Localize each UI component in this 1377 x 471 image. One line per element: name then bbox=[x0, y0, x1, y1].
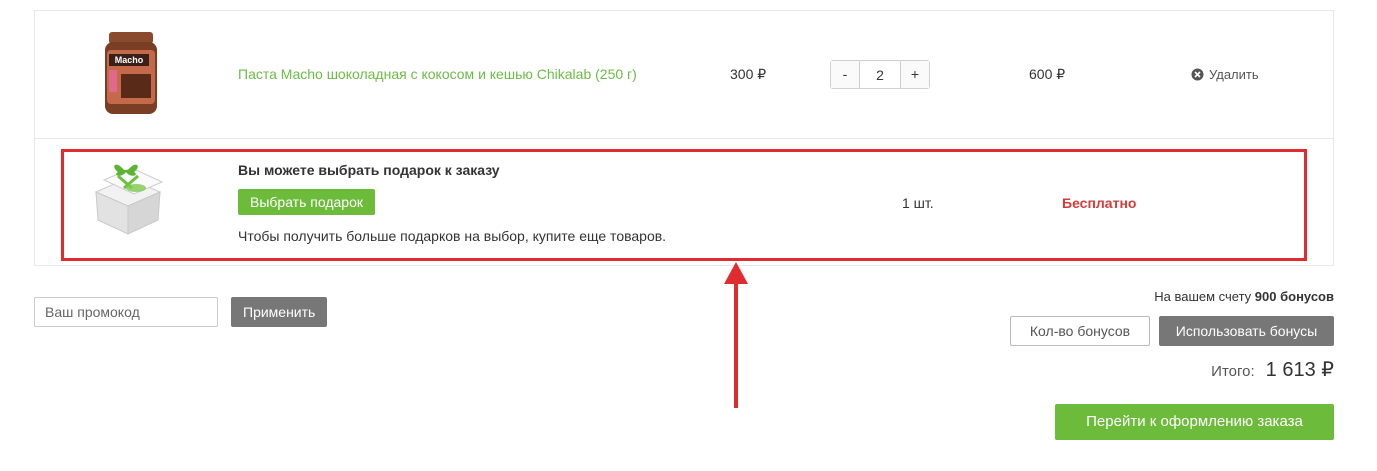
promo-code-input[interactable] bbox=[34, 297, 218, 327]
arrow-up-icon bbox=[724, 262, 748, 408]
use-bonus-button[interactable]: Использовать бонусы bbox=[1159, 316, 1334, 346]
highlight-frame bbox=[61, 149, 1307, 261]
quantity-input[interactable] bbox=[860, 61, 900, 88]
jar-label-text: Macho bbox=[115, 55, 144, 65]
bonus-balance: На вашем счету 900 бонусов bbox=[1154, 289, 1334, 304]
product-image[interactable]: Macho bbox=[95, 30, 167, 116]
bonus-amount-button[interactable]: Кол-во бонусов bbox=[1010, 316, 1150, 346]
total-label: Итого: bbox=[1211, 363, 1255, 380]
checkout-button[interactable]: Перейти к оформлению заказа bbox=[1055, 404, 1334, 440]
quantity-stepper: - + bbox=[830, 60, 930, 89]
quantity-decrease-button[interactable]: - bbox=[831, 61, 860, 88]
remove-label: Удалить bbox=[1209, 67, 1259, 82]
apply-promo-button[interactable]: Применить bbox=[231, 297, 328, 327]
cart-page: Macho Паста Macho шоколадная с кокосом и… bbox=[0, 0, 1377, 471]
product-sum: 600 ₽ bbox=[1029, 66, 1066, 82]
quantity-increase-button[interactable]: + bbox=[900, 61, 929, 88]
order-total: Итого: 1 613 ₽ bbox=[1211, 357, 1334, 382]
product-price: 300 ₽ bbox=[730, 66, 767, 82]
remove-button[interactable]: Удалить bbox=[1191, 67, 1259, 82]
bonus-balance-amount: 900 бонусов bbox=[1254, 289, 1334, 304]
bonus-balance-prefix: На вашем счету bbox=[1154, 289, 1255, 304]
total-value: 1 613 ₽ bbox=[1265, 359, 1334, 381]
row-divider bbox=[34, 138, 1334, 139]
close-circle-icon bbox=[1191, 68, 1204, 81]
product-name-link[interactable]: Паста Macho шоколадная с кокосом и кешью… bbox=[238, 66, 637, 82]
